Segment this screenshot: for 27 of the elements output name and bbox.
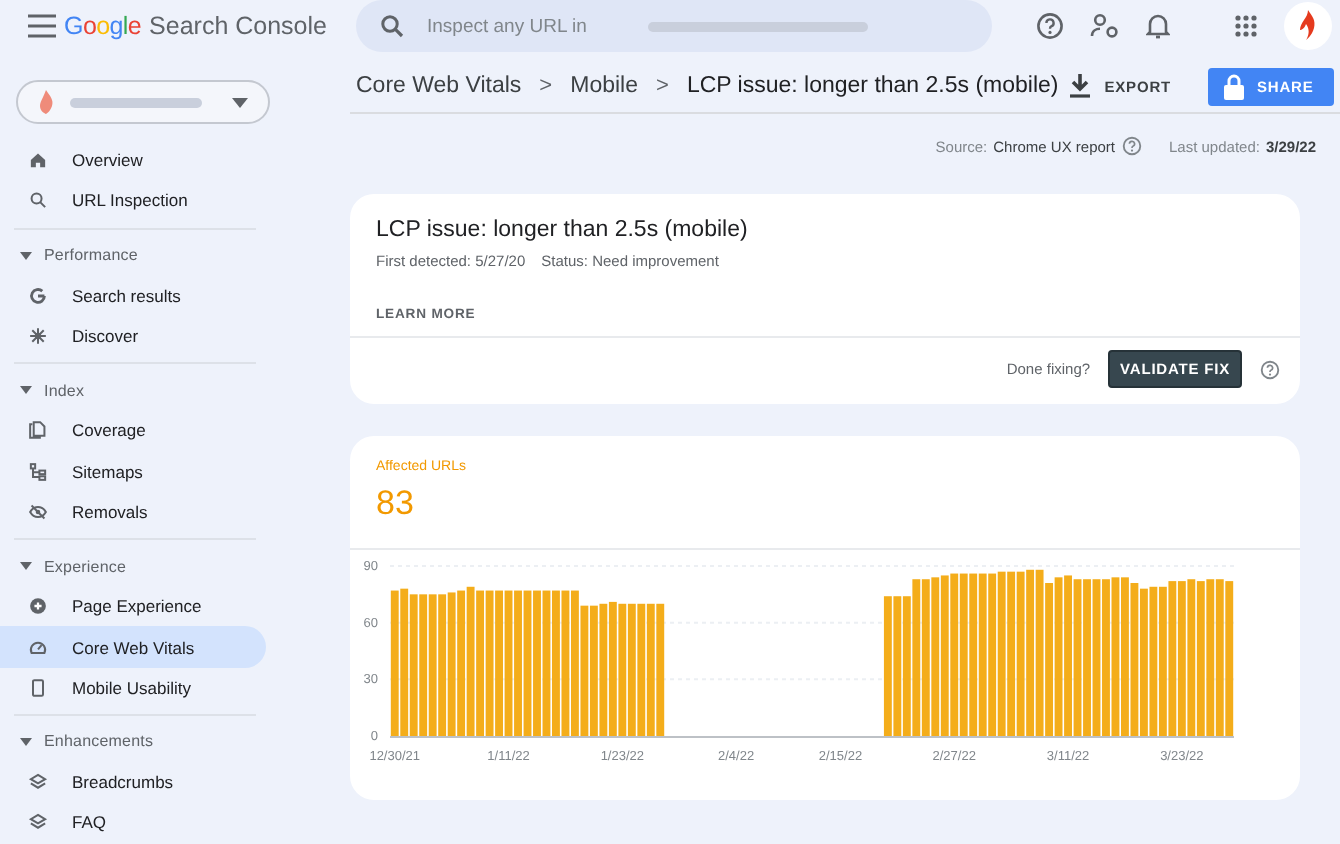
product-name: Search Console: [149, 12, 327, 40]
metric-value: 83: [374, 482, 416, 526]
issue-title: LCP issue: longer than 2.5s (mobile): [374, 216, 750, 242]
breadcrumb-link[interactable]: Mobile: [570, 74, 638, 98]
nav-item[interactable]: Breadcrumbs: [0, 761, 266, 803]
section-heading: Performance: [44, 246, 138, 265]
section-heading: Enhancements: [44, 732, 154, 751]
chevron-separator: >: [656, 74, 669, 98]
nav-item[interactable]: FAQ: [0, 802, 266, 844]
search-field[interactable]: Inspect any URL in: [427, 15, 623, 37]
nav-item[interactable]: Core Web Vitals: [0, 626, 266, 668]
nav-item[interactable]: Search results: [0, 275, 266, 316]
chevron-separator: >: [539, 74, 553, 98]
nav-item[interactable]: Discover: [0, 315, 266, 357]
nav-item[interactable]: URL Inspection: [0, 180, 266, 222]
nav-item[interactable]: Page Experience: [0, 586, 266, 627]
nav-item[interactable]: Coverage: [0, 410, 266, 451]
nav-item[interactable]: Overview: [0, 140, 266, 181]
breadcrumb-link[interactable]: Core Web Vitals: [356, 74, 522, 98]
page-title: LCP issue: longer than 2.5s (mobile): [686, 74, 1059, 98]
section-heading: Experience: [44, 557, 127, 576]
nav-item[interactable]: Sitemaps: [0, 450, 266, 492]
google-logo: Google: [64, 12, 142, 40]
section-heading: Index: [44, 381, 85, 400]
search-bar[interactable]: Inspect any URL in: [355, 0, 991, 52]
nav-item[interactable]: Removals: [0, 491, 266, 533]
nav-item[interactable]: Mobile Usability: [0, 667, 266, 708]
